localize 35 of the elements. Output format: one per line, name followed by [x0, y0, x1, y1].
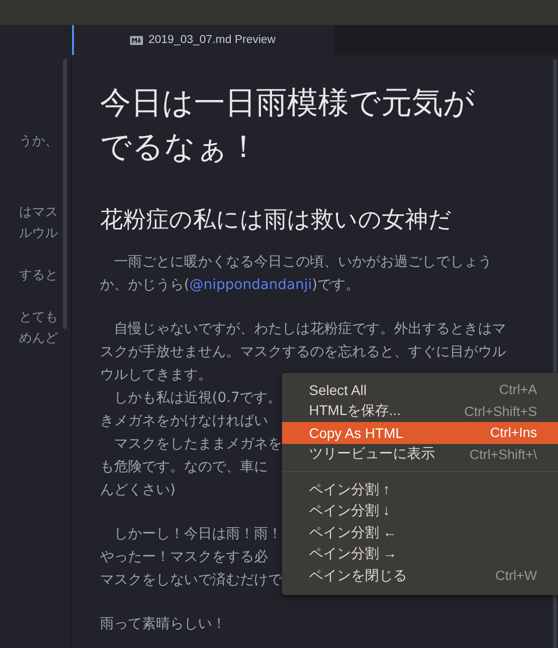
text-line: しかーし！今日は雨！雨！ [113, 526, 282, 542]
text-line: はマス [19, 204, 58, 222]
text-line: うか、 [19, 133, 58, 151]
text-line: 雨って素晴らしい！ [100, 616, 226, 632]
text-line: んどくさい) [100, 482, 176, 498]
text-line: マスクをしないで済むだけで [100, 572, 282, 588]
text-line: 自慢じゃないですが、わたしは花粉症です。外出するときはマ [113, 321, 506, 337]
menu-item[interactable]: ペイン分割 ← [282, 522, 558, 544]
text-line: やったー！マスクをする必 [100, 549, 268, 565]
mention-link[interactable]: @nippondandanji [189, 277, 312, 293]
text-line: すると [19, 267, 58, 285]
text-line: ルウル [19, 225, 58, 243]
text-line: スクが手放せません。マスクするのを忘れると、すぐに目がウル [100, 344, 506, 360]
menu-item[interactable]: ペイン分割 ↓ [282, 500, 558, 522]
text-line: ウルしてきます。 [100, 367, 212, 383]
menu-item[interactable]: ツリービューに表示 Ctrl+Shift+\ [282, 444, 558, 465]
text-line: とても [19, 309, 58, 327]
text-line: )です。 [312, 277, 360, 293]
preview-subheading: 花粉症の私には雨は救いの女神だ [100, 206, 453, 235]
menu-item[interactable]: ペイン分割 ↑ [282, 479, 558, 500]
text-line: めんど [19, 330, 58, 348]
menu-item[interactable]: Copy As HTML Ctrl+Ins [282, 422, 558, 444]
tab[interactable]: 2019_03_07.md Preview [72, 25, 334, 55]
text-line: 一雨ごとに暖かくなる今日この頃、いかがお過ごしでしょう [113, 254, 492, 270]
menu-item[interactable]: Select All Ctrl+A [282, 379, 558, 400]
menu-item[interactable]: HTMLを保存... Ctrl+Shift+S [282, 400, 558, 422]
text-line: きメガネをかけなければい [100, 413, 268, 429]
markdown-icon [130, 36, 144, 44]
menu-item[interactable]: ペイン分割 → [282, 544, 558, 565]
text-line: マスクをしたままメガネを [113, 436, 282, 452]
text-line: か、かじうら( [100, 277, 190, 293]
text-line: しかも私は近視(0.7です。 [113, 390, 282, 406]
menu-item[interactable]: ペインを閉じる Ctrl+W [282, 565, 558, 586]
text-line: も危険です。なので、車に [100, 459, 268, 475]
preview-heading: 今日は一日雨模様で元気がでるなぁ！ [100, 84, 476, 167]
